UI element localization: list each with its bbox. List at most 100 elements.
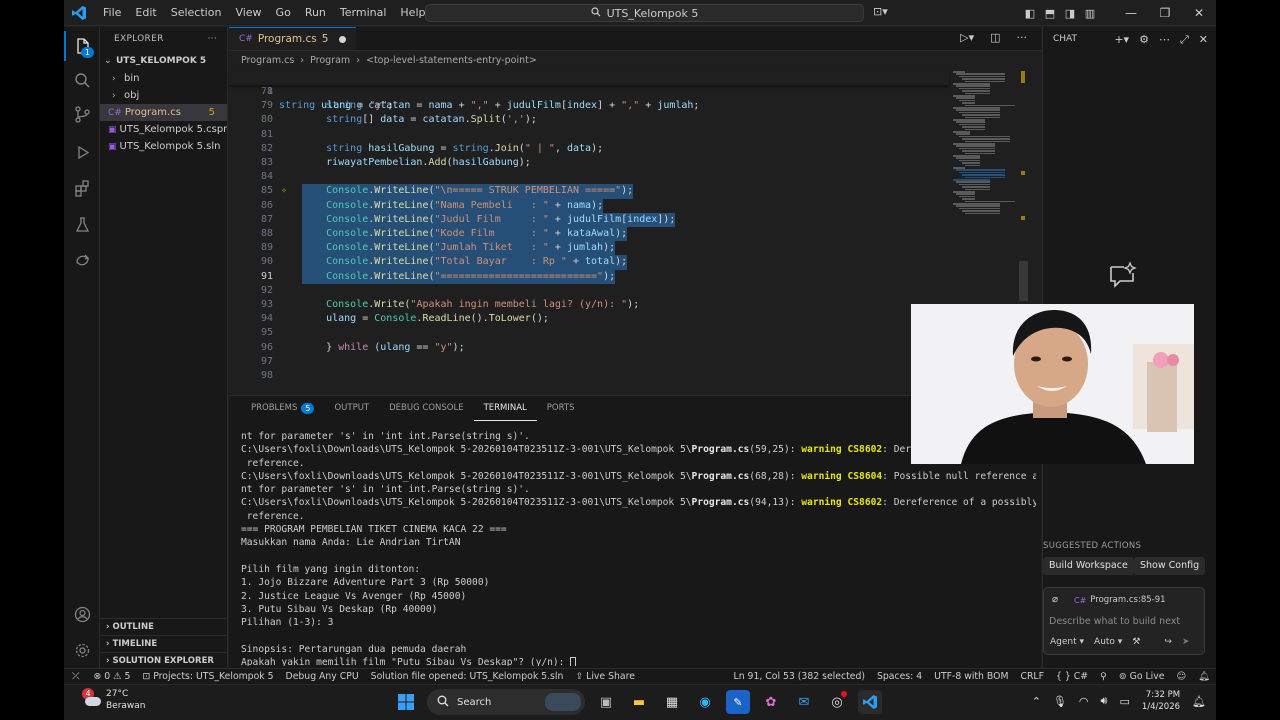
code-line[interactable]: 89 Console.WriteLine("Jumlah Tiket : " +…: [229, 241, 949, 256]
wifi-icon[interactable]: ◠: [1079, 695, 1089, 708]
windows-start-icon[interactable]: [394, 690, 418, 714]
tab-program-cs[interactable]: C# Program.cs 5: [229, 27, 357, 50]
code-line[interactable]: 93 Console.Write("Apakah ingin membeli l…: [229, 298, 949, 312]
tab-ports[interactable]: PORTS: [537, 396, 585, 420]
chat-input-placeholder[interactable]: Describe what to build next: [1049, 616, 1180, 627]
tab-output[interactable]: OUTPUT: [324, 396, 379, 420]
code-line[interactable]: 92: [229, 284, 949, 298]
code-line[interactable]: 82 string hasilGabung = string.Join(" | …: [229, 142, 949, 156]
code-line[interactable]: 91 Console.WriteLine("==================…: [229, 269, 949, 284]
menu-go[interactable]: Go: [269, 0, 298, 26]
breadcrumb-file[interactable]: Program.cs: [241, 51, 294, 71]
tree-item-csproj[interactable]: ▣ UTS_Kelompok 5.csproj: [100, 121, 227, 138]
clock[interactable]: 7:32 PM 1/4/2026: [1142, 689, 1180, 713]
chat-input-box[interactable]: ⌀ C# Program.cs:85-91 Describe what to b…: [1043, 587, 1205, 655]
sticky-scroll-line[interactable]: 1 string ulang = "y";: [229, 71, 949, 111]
tools-icon[interactable]: ⚒: [1132, 637, 1140, 647]
minimize-icon[interactable]: —: [1114, 6, 1148, 20]
remote-indicator-icon[interactable]: ⤫: [64, 671, 87, 682]
close-icon[interactable]: ✕: [1199, 33, 1208, 47]
tree-item-obj[interactable]: › obj: [100, 87, 227, 104]
build-workspace-button[interactable]: Build Workspace: [1043, 557, 1134, 575]
toggle-secondary-sidebar-icon[interactable]: ◨: [1060, 7, 1080, 20]
chevron-up-icon[interactable]: ⌃: [1032, 695, 1041, 708]
solution-status[interactable]: Solution file opened: UTS_Kelompok 5.sln: [365, 671, 570, 682]
cursor-position-status[interactable]: Ln 91, Col 53 (382 selected): [728, 671, 871, 682]
solution-explorer-section[interactable]: › SOLUTION EXPLORER: [100, 652, 228, 669]
file-explorer-icon[interactable]: ▬: [627, 690, 651, 714]
code-line[interactable]: 97: [229, 355, 949, 369]
taskbar-search[interactable]: Search: [427, 689, 585, 715]
timeline-section[interactable]: › TIMELINE: [100, 635, 228, 652]
tab-debug-console[interactable]: DEBUG CONSOLE: [379, 396, 473, 420]
go-live-status[interactable]: ⊚ Go Live: [1113, 671, 1171, 682]
scrollbar-thumb[interactable]: [1019, 261, 1028, 301]
store-icon[interactable]: ▦: [660, 690, 684, 714]
edge-icon[interactable]: ◉: [693, 690, 717, 714]
notifications-icon[interactable]: 🔔︎: [1192, 695, 1206, 708]
restore-icon[interactable]: ❐: [1148, 6, 1182, 20]
obs-icon[interactable]: ◎: [825, 690, 849, 714]
toggle-panel-icon[interactable]: ⬒: [1040, 7, 1060, 20]
code-line[interactable]: 87 Console.WriteLine("Judul Film : " + j…: [229, 212, 949, 227]
code-line[interactable]: 85 Console.WriteLine("\n===== STRUK PEMB…: [229, 184, 949, 199]
weather-widget[interactable]: 4 27°C Berawan: [82, 688, 146, 712]
battery-icon[interactable]: ▭: [1119, 695, 1129, 708]
remote-explorer-icon[interactable]: [64, 245, 100, 275]
project-status[interactable]: ⊡ Projects: UTS_Kelompok 5: [136, 671, 279, 682]
delegate-icon[interactable]: ↪: [1164, 637, 1172, 647]
close-window-icon[interactable]: ✕: [1182, 6, 1216, 20]
source-control-icon[interactable]: [64, 99, 100, 129]
new-chat-icon[interactable]: +▾: [1114, 33, 1129, 47]
outline-section[interactable]: › OUTLINE: [100, 618, 228, 635]
code-line[interactable]: 96 } while (ulang == "y");: [229, 341, 949, 355]
mail-icon[interactable]: ✉: [792, 690, 816, 714]
maximize-icon[interactable]: ⤢: [1180, 33, 1189, 47]
model-picker[interactable]: Auto ▾: [1094, 637, 1122, 647]
code-line[interactable]: 88 Console.WriteLine("Kode Film : " + ka…: [229, 227, 949, 242]
volume-icon[interactable]: 🔊︎: [1101, 694, 1108, 708]
show-config-button[interactable]: Show Config: [1134, 557, 1206, 575]
terminal-output[interactable]: nt for parameter 's' in 'int int.Parse(s…: [241, 430, 1036, 666]
menu-terminal[interactable]: Terminal: [333, 0, 394, 26]
code-line[interactable]: 80 string[] data = catatan.Split(',');: [229, 113, 949, 127]
encoding-status[interactable]: UTF-8 with BOM: [928, 671, 1014, 682]
tree-item-bin[interactable]: › bin: [100, 70, 227, 87]
code-line[interactable]: 98: [229, 369, 949, 383]
mode-picker[interactable]: Agent ▾: [1050, 637, 1084, 647]
build-config-status[interactable]: Debug Any CPU: [280, 671, 365, 682]
indentation-status[interactable]: Spaces: 4: [871, 671, 928, 682]
code-editor[interactable]: 78 79 string catatan = nama + "," + judul…: [229, 71, 949, 394]
tree-item-program-cs[interactable]: C# Program.cs 5: [100, 104, 227, 121]
command-center-search[interactable]: UTS_Kelompok 5: [425, 4, 864, 22]
customize-layout-icon[interactable]: ▥: [1080, 7, 1100, 20]
gear-icon[interactable]: ⚙: [1139, 33, 1149, 47]
menu-edit[interactable]: Edit: [128, 0, 163, 26]
code-line[interactable]: 83 riwayatPembelian.Add(hasilGabung);: [229, 156, 949, 170]
tab-problems[interactable]: PROBLEMS 5: [241, 396, 324, 420]
code-line[interactable]: 94 ulang = Console.ReadLine().ToLower();: [229, 312, 949, 326]
menu-selection[interactable]: Selection: [164, 0, 229, 26]
copilot-app-icon[interactable]: ✿: [759, 690, 783, 714]
more-actions-icon[interactable]: ···: [1017, 31, 1028, 44]
menu-view[interactable]: View: [228, 0, 268, 26]
copilot-status-icon[interactable]: ⚲: [1094, 671, 1113, 682]
tree-item-sln[interactable]: ▣ UTS_Kelompok 5.sln: [100, 138, 227, 155]
run-icon[interactable]: ▷▾: [960, 31, 974, 44]
menu-run[interactable]: Run: [298, 0, 333, 26]
manage-gear-icon[interactable]: [64, 635, 100, 665]
extensions-icon[interactable]: [64, 173, 100, 203]
vscode-taskbar-icon[interactable]: [858, 690, 882, 714]
context-reference[interactable]: C# Program.cs:85-91: [1074, 595, 1166, 605]
eol-status[interactable]: CRLF: [1014, 671, 1049, 682]
code-line[interactable]: 95: [229, 326, 949, 340]
menu-file[interactable]: File: [96, 0, 128, 26]
split-editor-icon[interactable]: ◫: [990, 31, 1000, 44]
microphone-icon[interactable]: 🎙︎: [1053, 695, 1067, 708]
send-icon[interactable]: ➤: [1182, 637, 1190, 647]
code-line[interactable]: 90 Console.WriteLine("Total Bayar : Rp "…: [229, 255, 949, 270]
notifications-bell-icon[interactable]: 🔔︎: [1192, 671, 1216, 682]
app-icon[interactable]: ✎: [726, 690, 750, 714]
breadcrumb-class[interactable]: Program: [310, 51, 350, 71]
minimap[interactable]: [951, 71, 1017, 221]
